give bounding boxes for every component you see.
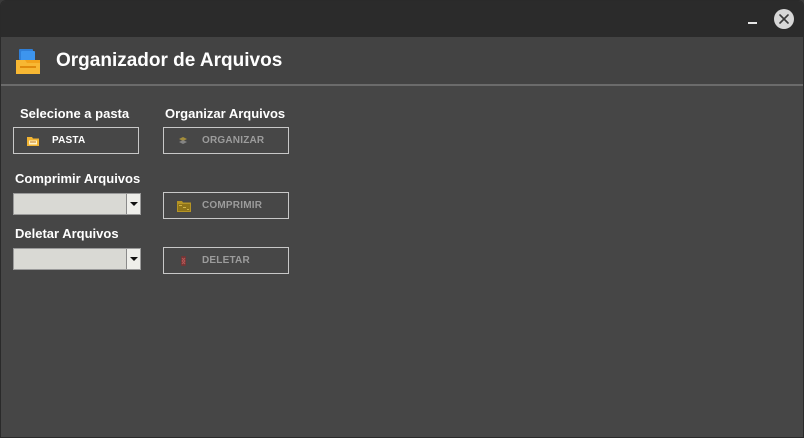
title-bar xyxy=(1,1,803,37)
folder-icon xyxy=(26,134,40,151)
app-window: Organizador de Arquivos Selecione a past… xyxy=(0,0,804,438)
close-icon[interactable] xyxy=(774,9,794,29)
delete-icon xyxy=(176,254,190,271)
chevron-down-icon[interactable] xyxy=(126,249,140,269)
compress-icon xyxy=(176,199,192,217)
select-folder-label: Selecione a pasta xyxy=(20,106,130,121)
delete-select[interactable] xyxy=(13,248,141,270)
folder-button[interactable]: PASTA xyxy=(13,127,139,154)
organize-label: Organizar Arquivos xyxy=(165,106,286,121)
compress-button[interactable]: COMPRIMIR xyxy=(163,192,289,219)
app-header: Organizador de Arquivos xyxy=(1,37,803,86)
page-title: Organizador de Arquivos xyxy=(56,50,283,71)
folder-stack-icon xyxy=(14,48,42,81)
organize-button-label: ORGANIZAR xyxy=(202,135,265,146)
delete-button[interactable]: DELETAR xyxy=(163,247,289,274)
minimize-icon[interactable] xyxy=(743,9,763,29)
organize-button[interactable]: ORGANIZAR xyxy=(163,127,289,154)
compress-button-label: COMPRIMIR xyxy=(202,200,263,211)
compress-select[interactable] xyxy=(13,193,141,215)
organize-icon xyxy=(176,134,190,151)
folder-button-label: PASTA xyxy=(52,135,86,146)
delete-label: Deletar Arquivos xyxy=(15,226,119,241)
compress-label: Comprimir Arquivos xyxy=(15,171,141,186)
chevron-down-icon[interactable] xyxy=(126,194,140,214)
delete-button-label: DELETAR xyxy=(202,255,250,266)
